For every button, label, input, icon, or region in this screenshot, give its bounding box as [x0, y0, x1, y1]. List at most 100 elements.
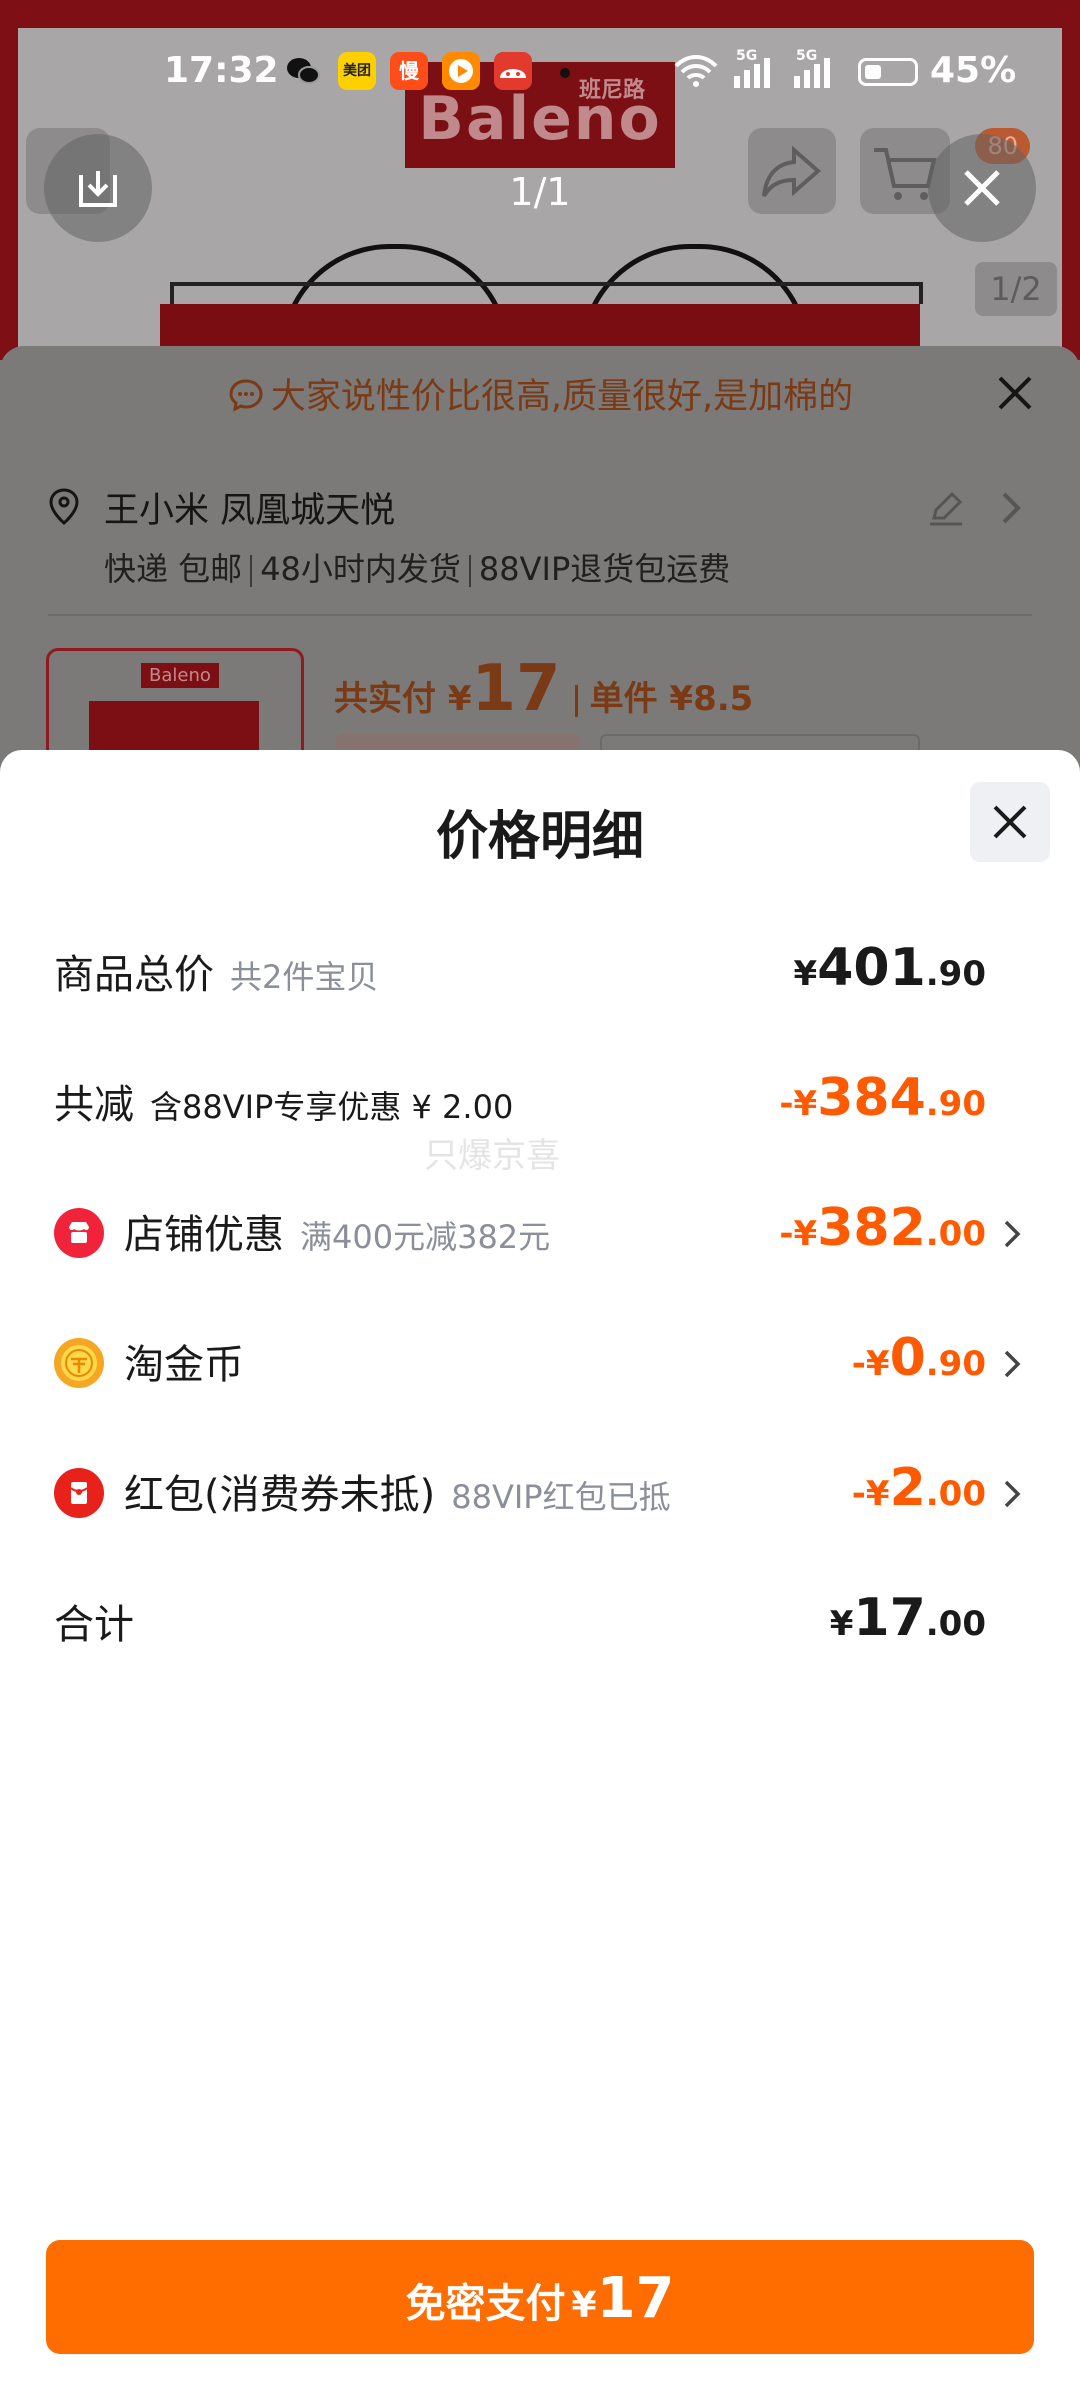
order-price-currency: ¥	[447, 679, 472, 719]
close-icon	[993, 805, 1027, 839]
watermark: 只爆京喜	[424, 1136, 560, 1176]
shipping-return: 88VIP退货包运费	[478, 550, 731, 588]
product-image-red-band	[0, 0, 1080, 28]
signal-label-sim2: 5G	[796, 48, 818, 64]
battery-percent: 45%	[930, 50, 1017, 91]
close-icon	[964, 170, 1000, 206]
unit-price: 单件 ¥8.5	[589, 679, 754, 719]
chat-bubble-icon	[229, 379, 263, 412]
total-discount-amount: -¥384.90	[779, 1068, 986, 1128]
taobao-app-icon	[494, 52, 532, 90]
status-bar: 17:32 美团 慢 5G 5G 45%	[0, 40, 1080, 106]
currency-symbol: ¥	[865, 1344, 890, 1384]
amount-integer: 382	[817, 1198, 926, 1258]
sheet-title: 价格明细	[435, 807, 644, 867]
signal-icon-sim2: 5G	[790, 48, 838, 94]
shipping-time: 48小时内发货	[260, 550, 461, 588]
grand-total-label: 合计	[54, 1602, 134, 1648]
chevron-right-icon	[1004, 1480, 1021, 1508]
taojinbi-label: 淘金币	[124, 1342, 244, 1388]
minus-sign: -	[779, 1214, 794, 1254]
currency-symbol: ¥	[793, 1214, 818, 1254]
store-discount-label: 店铺优惠	[124, 1212, 284, 1258]
signal-icon-sim1: 5G	[730, 48, 778, 94]
amount-integer: 401	[817, 938, 926, 998]
wechat-icon	[284, 52, 322, 90]
divider	[48, 614, 1032, 616]
total-discount-label: 共减	[54, 1082, 134, 1128]
shipping-info: 快递 包邮 48小时内发货 88VIP退货包运费	[104, 544, 730, 590]
edit-icon[interactable]	[926, 488, 966, 528]
pay-button-currency: ¥	[571, 2285, 597, 2326]
amount-integer: 17	[853, 1588, 926, 1648]
viewer-close-button[interactable]	[928, 134, 1036, 242]
signal-label-sim1: 5G	[736, 48, 758, 64]
store-discount-rule: 满400元减382元	[300, 1218, 551, 1256]
row-label: 商品总价 共2件宝贝	[54, 942, 378, 1000]
row-goods-total: 商品总价 共2件宝贝 ¥401.90	[0, 928, 1080, 1018]
amount-decimal: .00	[925, 1604, 986, 1644]
amount-integer: 2	[889, 1458, 926, 1518]
red-packet-label: 红包(消费券未抵)	[124, 1472, 436, 1518]
notice-close-icon[interactable]	[994, 372, 1036, 414]
red-packet-amount: -¥2.00	[852, 1458, 986, 1518]
order-price-value: 17	[471, 652, 561, 726]
order-price: 共实付 ¥17 单件 ¥8.5	[334, 652, 753, 726]
coin-icon	[54, 1338, 104, 1388]
row-label: 红包(消费券未抵) 88VIP红包已抵	[124, 1462, 671, 1520]
sheet-close-button[interactable]	[970, 782, 1050, 862]
chevron-right-icon	[1004, 1350, 1021, 1378]
row-taojinbi[interactable]: 淘金币 -¥0.90	[0, 1318, 1080, 1408]
amount-decimal: .00	[925, 1474, 986, 1514]
grand-total-amount: ¥17.00	[830, 1588, 986, 1648]
amount-decimal: .00	[925, 1214, 986, 1254]
row-label: 合计	[54, 1592, 134, 1650]
amount-decimal: .90	[925, 1084, 986, 1124]
pay-button[interactable]: 免密支付 ¥17	[46, 2240, 1034, 2354]
row-label: 共减 含88VIP专享优惠 ¥ 2.00	[54, 1072, 513, 1130]
currency-symbol: ¥	[865, 1474, 890, 1514]
price-detail-sheet: 价格明细 商品总价 共2件宝贝 ¥401.90 共减 含88VIP专享优惠 ¥ 2.…	[0, 750, 1080, 2400]
goods-count: 共2件宝贝	[230, 958, 379, 996]
delivery-address[interactable]: 王小米 凤凰城天悦	[104, 482, 395, 533]
red-packet-note: 88VIP红包已抵	[451, 1478, 671, 1516]
amount-integer: 384	[817, 1068, 926, 1128]
row-store-discount[interactable]: 店铺优惠 满400元减382元 -¥382.00	[0, 1188, 1080, 1278]
address-chevron-right-icon[interactable]	[996, 488, 1026, 528]
red-packet-icon	[54, 1468, 104, 1518]
currency-symbol: ¥	[793, 1084, 818, 1124]
review-notice: 大家说性价比很高,质量很好,是加棉的	[0, 368, 1080, 419]
image-pager: 1/2	[975, 262, 1057, 316]
minus-sign: -	[779, 1084, 794, 1124]
status-time: 17:32	[164, 50, 279, 91]
bag-top-edge	[170, 282, 923, 304]
goods-total-amount: ¥401.90	[794, 938, 986, 998]
wifi-icon	[674, 55, 718, 87]
row-label: 店铺优惠 满400元减382元	[124, 1202, 550, 1260]
amount-decimal: .90	[925, 1344, 986, 1384]
image-counter: 1/1	[509, 170, 571, 214]
store-discount-amount: -¥382.00	[779, 1198, 986, 1258]
taojinbi-amount: -¥0.90	[852, 1328, 986, 1388]
row-label: 淘金币	[124, 1332, 244, 1390]
pay-button-amount: 17	[596, 2266, 675, 2331]
row-grand-total: 合计 ¥17.00	[0, 1578, 1080, 1668]
man-app-icon: 慢	[390, 52, 428, 90]
amount-decimal: .90	[925, 954, 986, 994]
currency-symbol: ¥	[829, 1604, 854, 1644]
goods-total-label: 商品总价	[54, 952, 214, 998]
store-icon	[54, 1208, 104, 1258]
chevron-right-icon	[1004, 1220, 1021, 1248]
order-price-label: 共实付	[334, 679, 436, 719]
minus-sign: -	[851, 1474, 866, 1514]
battery-icon	[858, 58, 918, 86]
amount-integer: 0	[889, 1328, 926, 1388]
vip-discount-note: 含88VIP专享优惠 ¥ 2.00	[150, 1088, 514, 1126]
currency-symbol: ¥	[793, 954, 818, 994]
product-thumbnail-logo: Baleno	[141, 663, 219, 688]
row-red-packet[interactable]: 红包(消费券未抵) 88VIP红包已抵 -¥2.00	[0, 1448, 1080, 1538]
shipping-method: 快递 包邮	[104, 550, 243, 588]
minus-sign: -	[851, 1344, 866, 1384]
review-notice-text: 大家说性价比很高,质量很好,是加棉的	[270, 377, 854, 417]
location-pin-icon	[49, 488, 79, 525]
